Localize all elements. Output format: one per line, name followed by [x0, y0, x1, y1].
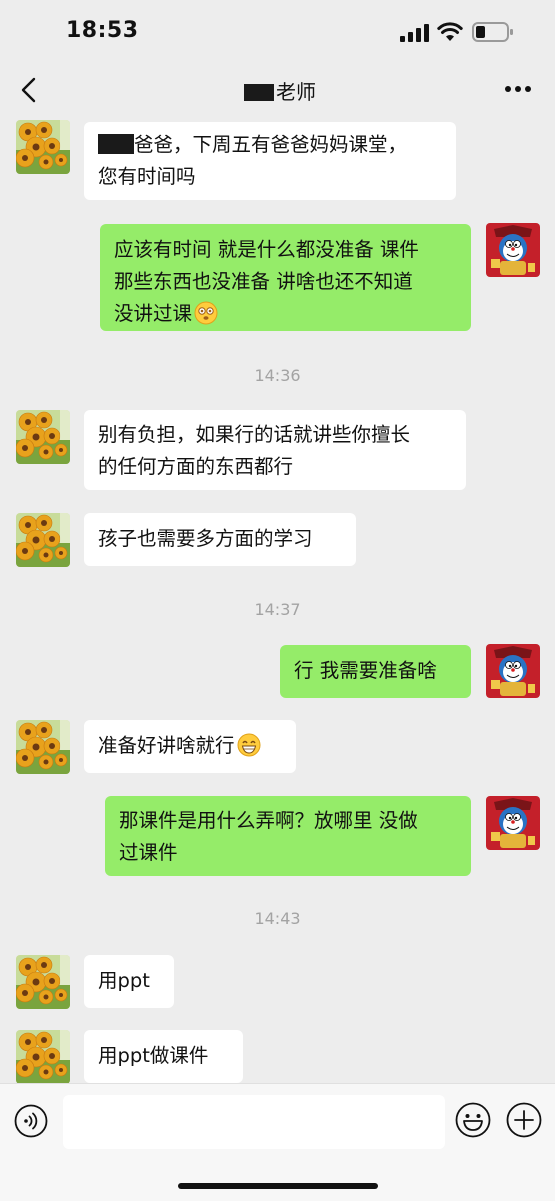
contact-avatar[interactable]	[16, 410, 70, 464]
message-text: 爸爸，下周五有爸爸妈妈课堂，	[134, 133, 408, 156]
timestamp: 14:43	[254, 909, 301, 928]
message-line: 的任何方面的东西都行	[98, 455, 294, 478]
message-bubble-outgoing: 应该有时间 就是什么都没准备 课件 那些东西也没准备 讲啥也还不知道 没讲过课	[100, 224, 471, 331]
cellular-signal-icon	[400, 24, 429, 42]
more-options-icon[interactable]	[504, 84, 532, 94]
redacted-name-mask	[244, 84, 274, 101]
message-line: 别有负担，如果行的话就讲些你擅长	[98, 423, 411, 446]
chat-title: 老师	[200, 76, 360, 105]
message-input[interactable]	[63, 1095, 445, 1149]
input-bar	[0, 1083, 555, 1201]
redacted-text-mask	[98, 134, 134, 154]
contact-avatar[interactable]	[16, 720, 70, 774]
wifi-icon	[437, 22, 463, 41]
message-line: 用ppt做课件	[98, 1044, 209, 1067]
message-line: 那课件是用什么弄啊？放哪里 没做	[119, 809, 418, 832]
message-line: 没讲过课	[114, 298, 457, 330]
message-line: 您有时间吗	[98, 161, 442, 193]
home-indicator[interactable]	[178, 1183, 378, 1189]
message-text: 没讲过课	[114, 302, 193, 325]
emoji-picker-icon[interactable]	[455, 1102, 491, 1138]
chat-header: 老师	[0, 62, 555, 118]
battery-icon	[472, 22, 513, 42]
message-bubble-incoming: 用ppt做课件	[84, 1030, 243, 1083]
more-functions-plus-icon[interactable]	[506, 1102, 542, 1138]
message-text: 准备好讲啥就行	[98, 734, 235, 757]
status-time: 18:53	[66, 18, 139, 43]
message-line: 孩子也需要多方面的学习	[98, 527, 313, 550]
message-line: 用ppt	[98, 969, 150, 992]
contact-avatar[interactable]	[16, 120, 70, 174]
message-text: 您有时间吗	[98, 165, 196, 188]
message-bubble-incoming: 孩子也需要多方面的学习	[84, 513, 356, 566]
contact-avatar[interactable]	[16, 1030, 70, 1084]
my-avatar[interactable]	[486, 223, 540, 277]
chat-title-text: 老师	[276, 80, 316, 104]
message-bubble-incoming: 别有负担，如果行的话就讲些你擅长 的任何方面的东西都行	[84, 410, 466, 490]
message-line: 应该有时间 就是什么都没准备 课件	[114, 238, 419, 261]
grinning-face-emoji-icon	[236, 733, 261, 757]
contact-avatar[interactable]	[16, 955, 70, 1009]
message-line: 那些东西也没准备 讲啥也还不知道	[114, 270, 413, 293]
dizzy-face-emoji-icon	[194, 301, 218, 325]
status-bar: 18:53	[0, 0, 555, 62]
message-bubble-outgoing: 那课件是用什么弄啊？放哪里 没做 过课件	[105, 796, 471, 876]
message-bubble-incoming: 准备好讲啥就行	[84, 720, 296, 773]
voice-input-icon[interactable]	[14, 1104, 48, 1138]
timestamp: 14:37	[254, 600, 301, 619]
message-line: 行 我需要准备啥	[294, 659, 437, 682]
my-avatar[interactable]	[486, 796, 540, 850]
message-bubble-incoming: 爸爸，下周五有爸爸妈妈课堂， 您有时间吗	[84, 122, 456, 200]
message-line: 爸爸，下周五有爸爸妈妈课堂，	[98, 129, 442, 161]
timestamp: 14:36	[254, 366, 301, 385]
message-bubble-incoming: 用ppt	[84, 955, 174, 1008]
back-arrow-icon[interactable]	[14, 74, 44, 106]
message-bubble-outgoing: 行 我需要准备啥	[280, 645, 471, 698]
message-line: 准备好讲啥就行	[98, 730, 282, 762]
contact-avatar[interactable]	[16, 513, 70, 567]
my-avatar[interactable]	[486, 644, 540, 698]
message-line: 过课件	[119, 841, 178, 864]
